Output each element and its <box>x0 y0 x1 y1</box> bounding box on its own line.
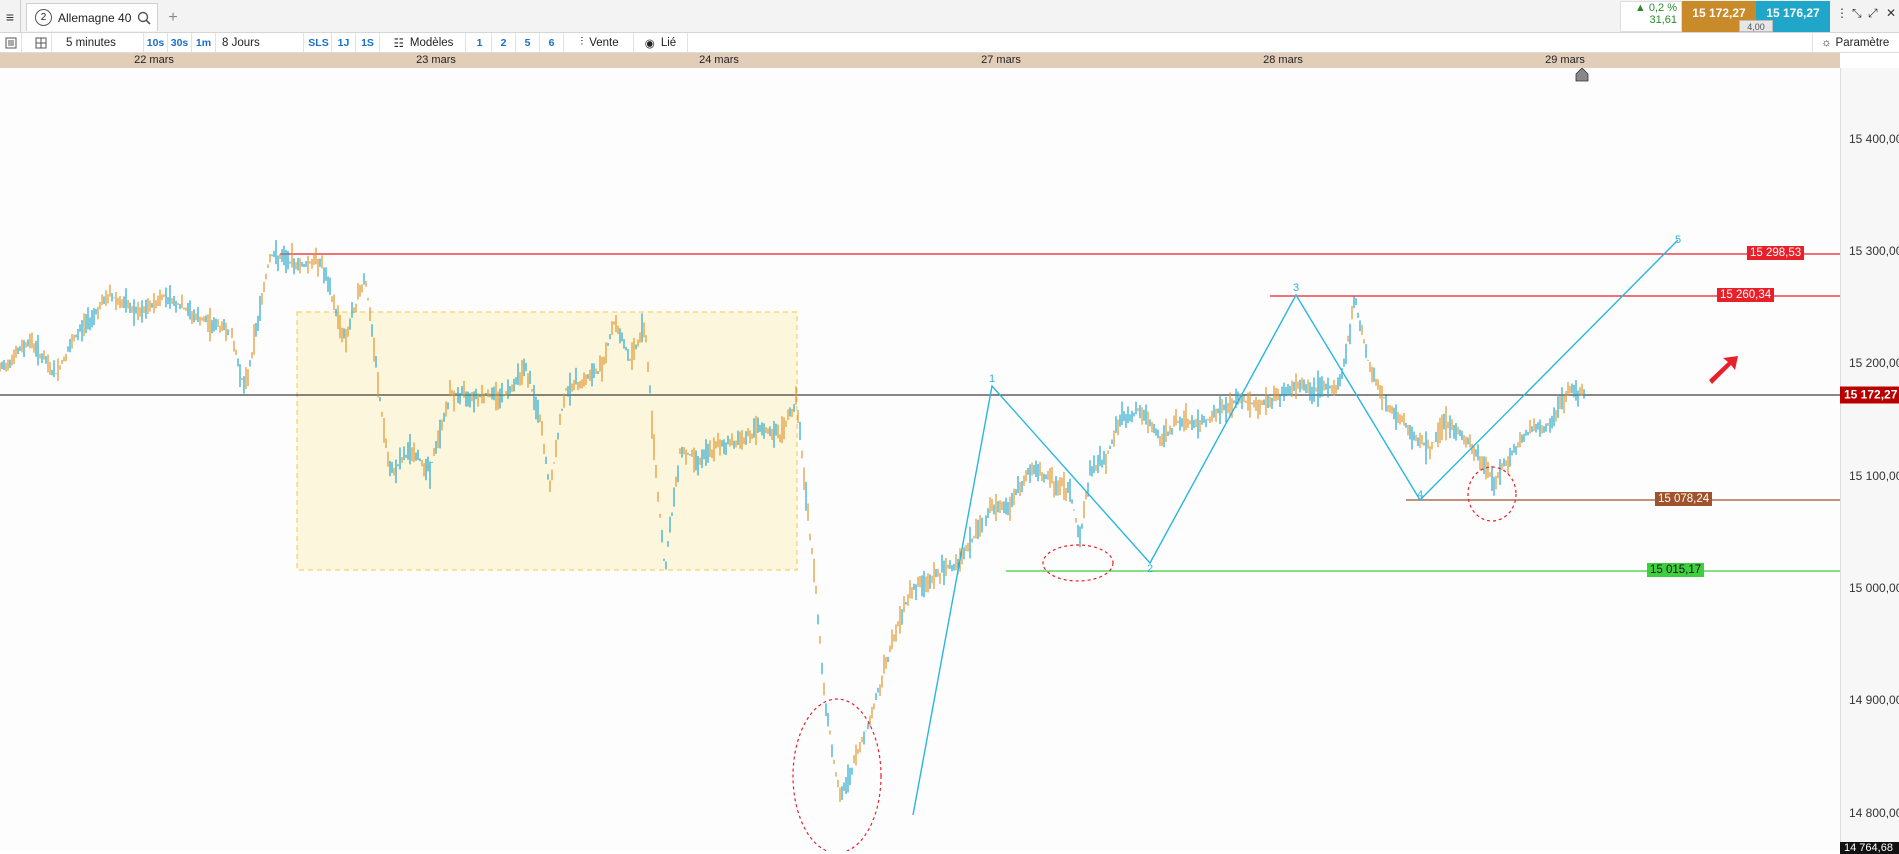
1s-button[interactable]: 1S <box>356 33 380 52</box>
sliders-icon: ☷ <box>393 37 404 50</box>
price-chart[interactable] <box>0 68 1840 851</box>
period-select[interactable]: 8 Jours <box>216 33 304 52</box>
axis-label: 15 400,00 <box>1849 132 1899 146</box>
add-tab-button[interactable]: + <box>160 6 186 30</box>
hamburger-icon[interactable]: ≡ <box>0 0 21 33</box>
level-tag-resistance-top[interactable]: 15 298,53 <box>1747 246 1805 260</box>
date-label: 23 mars <box>416 54 456 66</box>
axis-label: 15 200,00 <box>1849 356 1899 370</box>
search-icon[interactable] <box>137 11 151 25</box>
level-tag-support-high[interactable]: 15 078,24 <box>1655 492 1713 506</box>
level-tag-resistance-mid[interactable]: 15 260,34 <box>1717 288 1775 302</box>
change-pct: ▲ 0,2 % <box>1634 2 1677 14</box>
sell-label: Vente <box>589 36 619 49</box>
tf-1m-button[interactable]: 1m <box>192 33 216 52</box>
date-label: 28 mars <box>1263 54 1303 66</box>
change-points: 31,61 <box>1649 14 1677 26</box>
top-bar: ≡ 2 Allemagne 40 + ▲ 0,2 % 31,61 15 172,… <box>0 0 1899 33</box>
preset-5-button[interactable]: 5 <box>516 33 540 52</box>
tf-30s-button[interactable]: 30s <box>168 33 192 52</box>
chart-background <box>0 68 1840 851</box>
sls-button[interactable]: SLS <box>306 33 332 52</box>
spread-badge: 4,00 <box>1739 20 1773 32</box>
date-label: 22 mars <box>134 54 174 66</box>
parameters-label: Paramètre <box>1835 36 1890 49</box>
preset-1-button[interactable]: 1 <box>468 33 492 52</box>
gear-icon: ☼ <box>1821 36 1832 49</box>
preset-2-button[interactable]: 2 <box>492 33 516 52</box>
models-label: Modèles <box>409 36 454 49</box>
axis-label: 15 000,00 <box>1849 581 1899 595</box>
min-price-badge: 14 764,68 <box>1840 842 1899 854</box>
wave-label-4: 4 <box>1416 489 1424 501</box>
wave-label-1: 1 <box>988 373 996 385</box>
wave-label-2: 2 <box>1146 563 1154 575</box>
date-label: 27 mars <box>981 54 1021 66</box>
instrument-name: Allemagne 40 <box>58 10 132 25</box>
linked-toggle[interactable]: ◉ Lié <box>634 33 688 52</box>
sell-toggle[interactable]: ⫶ Vente <box>566 33 634 52</box>
date-label: 24 mars <box>699 54 739 66</box>
close-icon[interactable]: ✕ <box>1886 6 1896 20</box>
axis-label: 14 800,00 <box>1849 806 1899 820</box>
vertical-dots-icon[interactable]: ⋮ <box>1836 6 1848 20</box>
instrument-tab[interactable]: 2 Allemagne 40 <box>26 3 158 31</box>
wave-label-3: 3 <box>1292 282 1300 294</box>
axis-label: 14 900,00 <box>1849 693 1899 707</box>
1j-button[interactable]: 1J <box>332 33 356 52</box>
date-axis: 22 mars 23 mars 24 mars 27 mars 28 mars … <box>0 53 1840 68</box>
axis-label: 15 100,00 <box>1849 469 1899 483</box>
change-box: ▲ 0,2 % 31,61 <box>1620 1 1682 32</box>
price-axis[interactable]: 15 400,00 15 300,00 15 200,00 15 100,00 … <box>1840 68 1899 851</box>
preset-6-button[interactable]: 6 <box>540 33 564 52</box>
layout-icon[interactable] <box>30 33 52 52</box>
linked-label: Lié <box>660 36 677 49</box>
date-label: 29 mars <box>1545 54 1585 66</box>
timeframe-select[interactable]: 5 minutes <box>60 33 144 52</box>
expand-icon[interactable]: ⤢ <box>1868 6 1878 21</box>
wave-label-5: 5 <box>1674 234 1682 246</box>
level-tag-support-low[interactable]: 15 015,17 <box>1647 563 1705 577</box>
collapse-icon[interactable]: ⤡ <box>1852 6 1862 21</box>
instrument-number: 2 <box>35 9 52 26</box>
eye-icon: ◉ <box>644 37 655 50</box>
candles-icon: ⫶ <box>580 36 584 48</box>
tf-10s-button[interactable]: 10s <box>144 33 168 52</box>
current-price-badge: 15 172,27 <box>1840 386 1899 404</box>
models-button[interactable]: ☷ Modèles <box>382 33 466 52</box>
list-icon[interactable] <box>0 33 22 52</box>
parameters-button[interactable]: ☼ Paramètre <box>1812 33 1899 52</box>
axis-label: 15 300,00 <box>1849 244 1899 258</box>
chart-toolbar: 5 minutes 10s 30s 1m 8 Jours SLS 1J 1S ☷… <box>0 33 1899 53</box>
